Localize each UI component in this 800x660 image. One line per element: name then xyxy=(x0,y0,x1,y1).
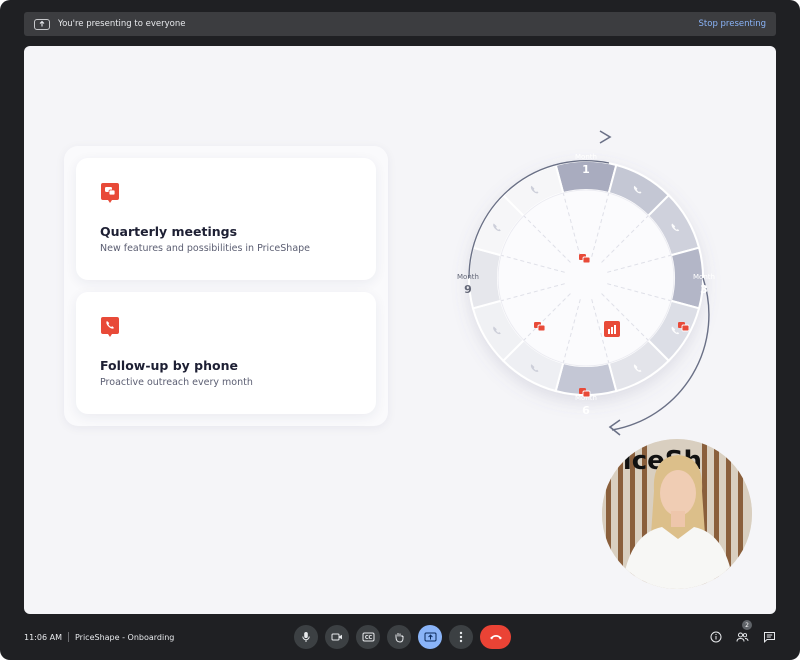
meeting-window: You're presenting to everyone Stop prese… xyxy=(0,0,800,660)
card-subtitle: Proactive outreach every month xyxy=(100,377,253,388)
people-icon xyxy=(736,632,748,642)
present-button[interactable] xyxy=(418,625,442,649)
bottom-bar: 11:06 AM PriceShape - Onboarding CC 2 xyxy=(0,614,800,660)
more-options-button[interactable] xyxy=(449,625,473,649)
svg-text:3: 3 xyxy=(700,283,708,296)
people-button[interactable]: 2 xyxy=(733,620,752,646)
end-call-icon xyxy=(489,635,502,640)
raise-hand-button[interactable] xyxy=(387,625,411,649)
svg-text:1: 1 xyxy=(582,163,590,176)
clock-time: 11:06 AM xyxy=(24,632,62,642)
people-count-badge: 2 xyxy=(742,620,752,630)
month-wheel: Month 1 Month 3 Month 6 Month 9 xyxy=(457,130,715,436)
month-label-6: Month 6 xyxy=(575,394,597,417)
divider xyxy=(67,632,69,642)
card-title: Follow-up by phone xyxy=(100,358,238,373)
svg-text:6: 6 xyxy=(582,404,590,417)
bar-chart-icon xyxy=(604,321,620,337)
meeting-chat-icon xyxy=(100,182,120,204)
raise-hand-icon xyxy=(395,633,404,643)
shared-screen: Quarterly meetings New features and poss… xyxy=(24,46,776,614)
present-icon xyxy=(424,632,436,642)
meeting-info: 11:06 AM PriceShape - Onboarding xyxy=(24,632,174,642)
cards-panel: Quarterly meetings New features and poss… xyxy=(64,146,388,426)
svg-text:Month: Month xyxy=(693,273,715,281)
presenting-text: You're presenting to everyone xyxy=(58,19,186,29)
info-icon xyxy=(710,631,722,643)
chat-icon xyxy=(763,632,775,643)
participant-photo: riceSh xyxy=(602,439,752,589)
arrow-head-top xyxy=(599,130,612,144)
microphone-button[interactable] xyxy=(294,625,318,649)
more-options-icon xyxy=(459,631,463,643)
card-quarterly-meetings: Quarterly meetings New features and poss… xyxy=(76,158,376,280)
microphone-icon xyxy=(302,632,310,642)
arrow-head-bottom xyxy=(608,419,621,436)
svg-text:Month: Month xyxy=(457,273,479,281)
svg-text:Month: Month xyxy=(575,153,597,161)
present-to-all-icon xyxy=(34,18,50,30)
end-call-button[interactable] xyxy=(480,625,511,649)
meeting-details-button[interactable] xyxy=(707,628,725,646)
card-follow-up-phone: Follow-up by phone Proactive outreach ev… xyxy=(76,292,376,414)
presenting-banner: You're presenting to everyone Stop prese… xyxy=(24,12,776,36)
call-controls: CC xyxy=(294,625,511,649)
camera-button[interactable] xyxy=(325,625,349,649)
svg-text:9: 9 xyxy=(464,283,472,296)
camera-icon xyxy=(331,633,342,641)
captions-icon: CC xyxy=(362,632,374,642)
captions-button[interactable]: CC xyxy=(356,625,380,649)
chat-button[interactable] xyxy=(760,628,778,646)
card-subtitle: New features and possibilities in PriceS… xyxy=(100,243,311,254)
phone-icon xyxy=(100,316,120,338)
stop-presenting-button[interactable]: Stop presenting xyxy=(699,19,766,29)
self-view-video[interactable]: riceSh xyxy=(602,439,752,589)
card-title: Quarterly meetings xyxy=(100,224,238,239)
meeting-title: PriceShape - Onboarding xyxy=(74,632,175,642)
svg-text:CC: CC xyxy=(364,635,372,641)
